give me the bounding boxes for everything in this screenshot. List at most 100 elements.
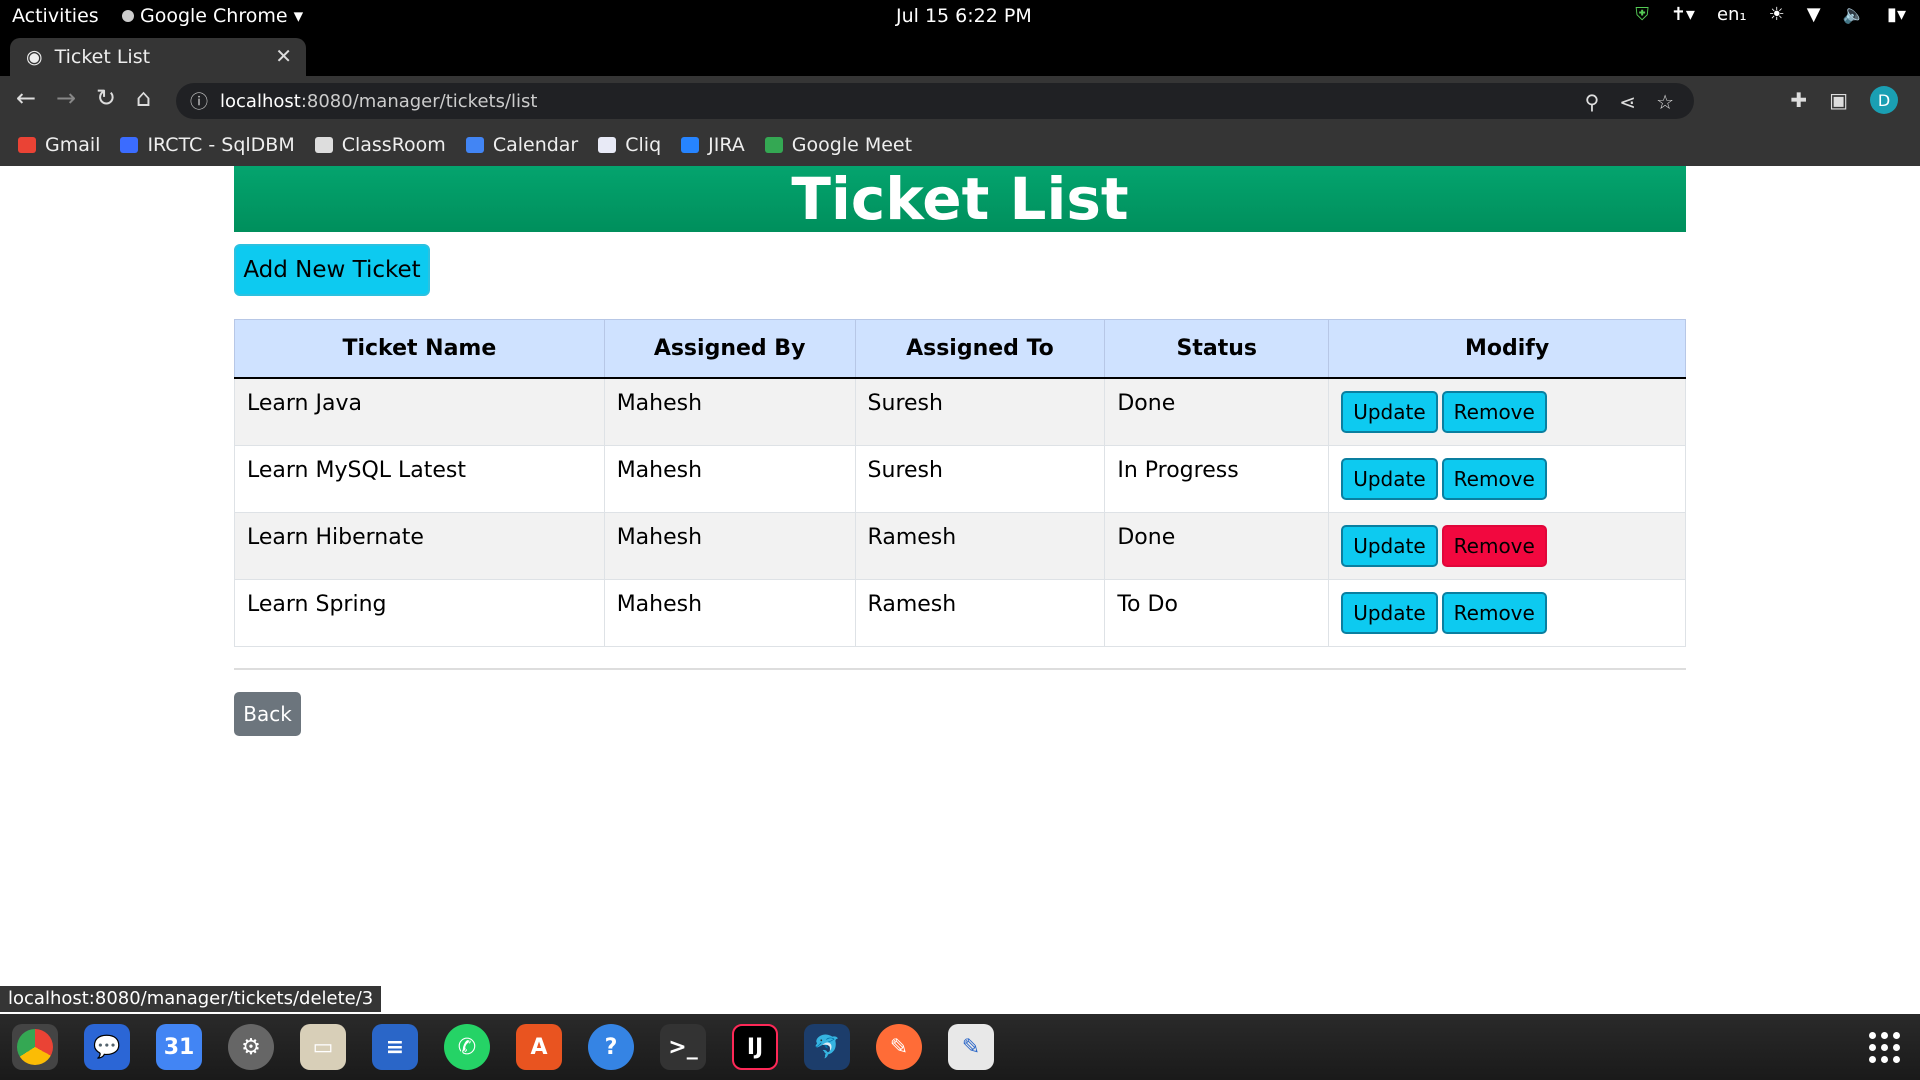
bookmarks-bar: Gmail IRCTC - SqlDBM ClassRoom Calendar … xyxy=(0,124,1920,166)
assigned-to-cell: Ramesh xyxy=(854,578,1106,647)
home-icon[interactable]: ⌂ xyxy=(136,86,151,110)
whatsapp-icon[interactable]: ✆ xyxy=(444,1024,490,1070)
activities-button[interactable]: Activities xyxy=(12,5,99,27)
jira-icon xyxy=(681,137,700,153)
folder-icon[interactable]: ▭ xyxy=(300,1024,346,1070)
modify-cell: Update Remove xyxy=(1328,377,1686,446)
update-button[interactable]: Update xyxy=(1341,524,1438,567)
remove-button[interactable]: Remove xyxy=(1441,524,1547,567)
address-bar[interactable]: ⓘ localhost:8080/manager/tickets/list ⚲ … xyxy=(176,83,1694,119)
bookmark-calendar[interactable]: Calendar xyxy=(465,134,578,156)
ticket-name-cell: Learn Hibernate xyxy=(234,511,605,580)
remove-button[interactable]: Remove xyxy=(1441,457,1547,500)
settings-icon[interactable]: ⚙ xyxy=(228,1024,274,1070)
back-button[interactable]: Back xyxy=(234,692,301,736)
extensions-icon[interactable]: ✚ xyxy=(1790,88,1807,112)
volume-icon: 🔈 xyxy=(1842,4,1866,25)
column-header: Assigned By xyxy=(603,319,856,379)
back-arrow-icon[interactable]: ← xyxy=(16,86,36,110)
update-button[interactable]: Update xyxy=(1341,457,1438,500)
chevron-down-icon: ▾ xyxy=(293,5,304,27)
remove-button[interactable]: Remove xyxy=(1441,390,1547,433)
system-top-bar: Activities Google Chrome ▾ Jul 15 6:22 P… xyxy=(0,0,1920,34)
bookmark-label: Gmail xyxy=(45,134,101,156)
bookmark-label: IRCTC - SqlDBM xyxy=(147,134,295,156)
terminal-icon[interactable]: >_ xyxy=(660,1024,706,1070)
document-icon[interactable]: ≡ xyxy=(372,1024,418,1070)
reload-icon[interactable]: ↻ xyxy=(96,86,116,110)
taskbar-dock: 💬 31 ⚙ ▭ ≡ ✆ A ? >_ IJ 🐬 ✎ ✎ xyxy=(0,1014,1920,1080)
modify-cell: Update Remove xyxy=(1328,444,1686,513)
share-icon[interactable]: ⋖ xyxy=(1619,90,1636,114)
app-menu[interactable]: Google Chrome ▾ xyxy=(122,5,303,27)
chat-icon xyxy=(598,137,617,153)
browser-toolbar: ← → ↻ ⌂ ⓘ localhost:8080/manager/tickets… xyxy=(0,76,1920,124)
tab-title: Ticket List xyxy=(54,46,151,68)
chrome-icon[interactable] xyxy=(12,1024,58,1070)
gmail-icon xyxy=(18,137,36,153)
column-header: Modify xyxy=(1328,319,1686,379)
info-icon[interactable]: ⓘ xyxy=(190,88,208,114)
status-cell: Done xyxy=(1104,511,1330,580)
ticket-name-cell: Learn Java xyxy=(234,377,605,446)
intellij-icon[interactable]: IJ xyxy=(732,1024,778,1070)
zoom-icon[interactable]: ⚲ xyxy=(1585,90,1600,114)
postman-icon[interactable]: ✎ xyxy=(876,1024,922,1070)
bookmark-cliq[interactable]: Cliq xyxy=(598,134,661,156)
remove-button[interactable]: Remove xyxy=(1441,591,1547,634)
status-cell: To Do xyxy=(1104,578,1330,647)
clock[interactable]: Jul 15 6:22 PM xyxy=(896,5,1032,27)
database-icon xyxy=(120,137,139,153)
assigned-to-cell: Suresh xyxy=(854,444,1106,513)
assigned-by-cell: Mahesh xyxy=(603,578,856,647)
bookmark-irctc[interactable]: IRCTC - SqlDBM xyxy=(120,134,295,156)
page-content: Ticket List Add New Ticket Ticket Name A… xyxy=(0,166,1920,1014)
star-icon[interactable]: ☆ xyxy=(1656,90,1674,114)
close-icon[interactable]: ✕ xyxy=(275,44,292,68)
toolbar-actions: ✚ ▣ D xyxy=(1790,86,1898,114)
bookmark-jira[interactable]: JIRA xyxy=(681,134,745,156)
bookmark-google-meet[interactable]: Google Meet xyxy=(764,134,912,156)
update-button[interactable]: Update xyxy=(1341,591,1438,634)
system-tray[interactable]: ⛨ ✝▾ en₁ ☀ ▼ 🔈 ▮▾ xyxy=(1635,4,1906,25)
update-button[interactable]: Update xyxy=(1341,390,1438,433)
keyboard-layout: en₁ xyxy=(1716,4,1747,25)
forward-arrow-icon[interactable]: → xyxy=(56,86,76,110)
link-status-bar: localhost:8080/manager/tickets/delete/3 xyxy=(0,986,382,1012)
chat-icon[interactable]: 💬 xyxy=(84,1024,130,1070)
tab-strip: ◉ Ticket List ✕ + ⌄ – ⧉ ✕ xyxy=(0,34,1920,100)
column-header: Assigned To xyxy=(854,319,1106,379)
column-header: Status xyxy=(1104,319,1330,379)
help-icon[interactable]: ? xyxy=(588,1024,634,1070)
bookmark-label: JIRA xyxy=(708,134,745,156)
text-editor-icon[interactable]: ✎ xyxy=(948,1024,994,1070)
add-new-ticket-button[interactable]: Add New Ticket xyxy=(234,244,430,296)
table-row: Learn Hibernate Mahesh Ramesh Done Updat… xyxy=(234,511,1686,580)
status-cell: In Progress xyxy=(1104,444,1330,513)
calendar-icon[interactable]: 31 xyxy=(156,1024,202,1070)
software-center-icon[interactable]: A xyxy=(516,1024,562,1070)
bookmark-classroom[interactable]: ClassRoom xyxy=(314,134,446,156)
mysql-workbench-icon[interactable]: 🐬 xyxy=(804,1024,850,1070)
bookmark-label: Cliq xyxy=(625,134,662,156)
assigned-to-cell: Ramesh xyxy=(854,511,1106,580)
column-header: Ticket Name xyxy=(234,319,605,379)
assigned-by-cell: Mahesh xyxy=(603,511,856,580)
side-panel-icon[interactable]: ▣ xyxy=(1829,88,1848,112)
assigned-by-cell: Mahesh xyxy=(603,444,856,513)
brightness-icon: ☀ xyxy=(1768,4,1785,25)
url-path: :8080/manager/tickets/list xyxy=(300,90,538,112)
tickets-table: Ticket Name Assigned By Assigned To Stat… xyxy=(234,319,1686,647)
profile-avatar[interactable]: D xyxy=(1870,86,1898,114)
show-apps-icon[interactable] xyxy=(1869,1032,1900,1063)
assigned-to-cell: Suresh xyxy=(854,377,1106,446)
ticket-name-cell: Learn MySQL Latest xyxy=(234,444,605,513)
table-row: Learn MySQL Latest Mahesh Suresh In Prog… xyxy=(234,444,1686,513)
assigned-by-cell: Mahesh xyxy=(603,377,856,446)
bookmark-label: ClassRoom xyxy=(341,134,446,156)
battery-icon: ▮▾ xyxy=(1887,4,1906,25)
tab-ticket-list[interactable]: ◉ Ticket List ✕ xyxy=(10,38,306,76)
bookmark-gmail[interactable]: Gmail xyxy=(18,134,100,156)
calendar-icon xyxy=(465,137,484,153)
table-header-row: Ticket Name Assigned By Assigned To Stat… xyxy=(234,319,1686,379)
